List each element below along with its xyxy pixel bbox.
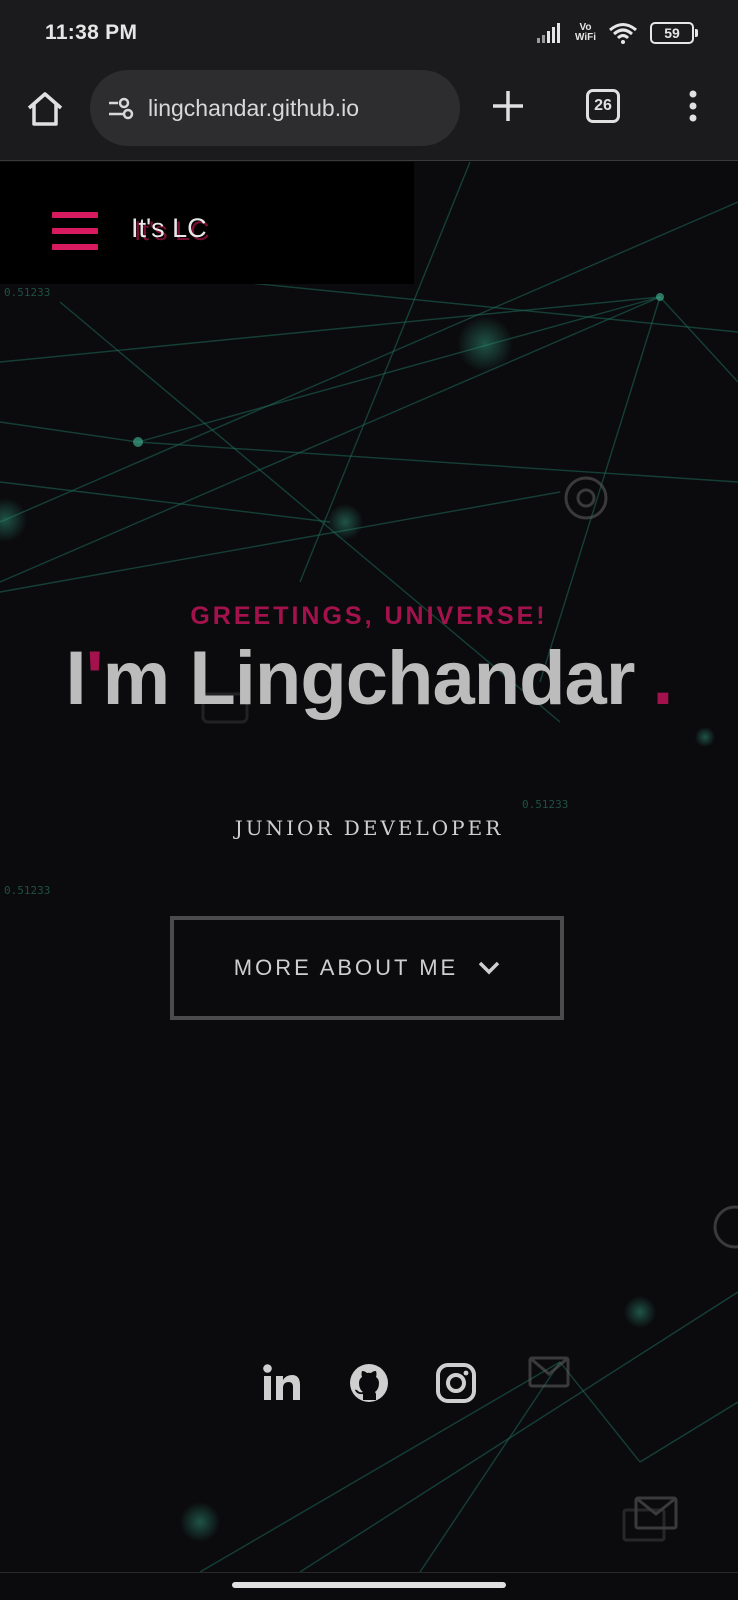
address-bar[interactable]: lingchandar.github.io bbox=[90, 70, 460, 146]
hero-name: I'm Lingchandar. bbox=[0, 635, 738, 722]
bg-number: 0.51233 bbox=[4, 884, 50, 897]
site-settings-icon[interactable] bbox=[106, 93, 136, 123]
name-prefix: I bbox=[65, 636, 86, 721]
name-rest: m Lingchandar bbox=[102, 636, 636, 721]
vowifi-bottom-label: WiFi bbox=[574, 32, 596, 43]
network-background: 0.51233 0.51233 0.51233 bbox=[0, 162, 738, 1572]
more-options-icon[interactable] bbox=[678, 86, 708, 126]
bg-number: 0.51233 bbox=[4, 286, 50, 299]
hero-greeting: GREETINGS, UNIVERSE! bbox=[190, 602, 548, 630]
phone-screen: 11:38 PM Vo WiFi 59 lingchandar.github.i… bbox=[0, 0, 738, 1600]
browser-toolbar: lingchandar.github.io 26 bbox=[0, 66, 738, 161]
hero-role: JUNIOR DEVELOPER bbox=[234, 816, 504, 840]
status-time: 11:38 PM bbox=[45, 21, 138, 44]
instagram-icon[interactable] bbox=[435, 1362, 477, 1404]
bg-number: 0.51233 bbox=[522, 798, 568, 811]
gesture-area bbox=[0, 1572, 738, 1600]
github-icon[interactable] bbox=[348, 1362, 390, 1404]
tab-switcher-button[interactable]: 26 bbox=[586, 89, 620, 123]
status-bar: 11:38 PM Vo WiFi 59 bbox=[0, 0, 738, 66]
tab-count: 26 bbox=[594, 97, 612, 114]
site-navbar: It's LC bbox=[0, 162, 414, 284]
status-icons: Vo WiFi 59 bbox=[536, 20, 698, 46]
battery-indicator: 59 bbox=[650, 22, 698, 44]
hamburger-menu-icon[interactable] bbox=[52, 212, 98, 250]
wifi-icon bbox=[609, 23, 637, 44]
web-page: 0.51233 0.51233 0.51233 It's LC GREETING… bbox=[0, 162, 738, 1572]
hero-section: GREETINGS, UNIVERSE! I'm Lingchandar. bbox=[0, 602, 738, 722]
more-about-me-label: MORE ABOUT ME bbox=[233, 955, 459, 980]
home-icon[interactable] bbox=[24, 88, 66, 130]
home-gesture-bar[interactable] bbox=[232, 1582, 506, 1588]
vowifi-indicator: Vo WiFi bbox=[575, 23, 596, 43]
social-links bbox=[0, 1362, 738, 1404]
signal-icon bbox=[536, 23, 560, 43]
linkedin-icon[interactable] bbox=[261, 1362, 303, 1404]
chevron-down-icon bbox=[478, 961, 500, 975]
new-tab-icon[interactable] bbox=[488, 86, 528, 126]
name-dot: . bbox=[652, 636, 673, 721]
url-text[interactable]: lingchandar.github.io bbox=[148, 95, 359, 122]
name-apostrophe: ' bbox=[85, 636, 104, 721]
more-about-me-button[interactable]: MORE ABOUT ME bbox=[170, 916, 564, 1020]
site-brand[interactable]: It's LC bbox=[131, 213, 207, 244]
battery-level: 59 bbox=[664, 25, 680, 41]
